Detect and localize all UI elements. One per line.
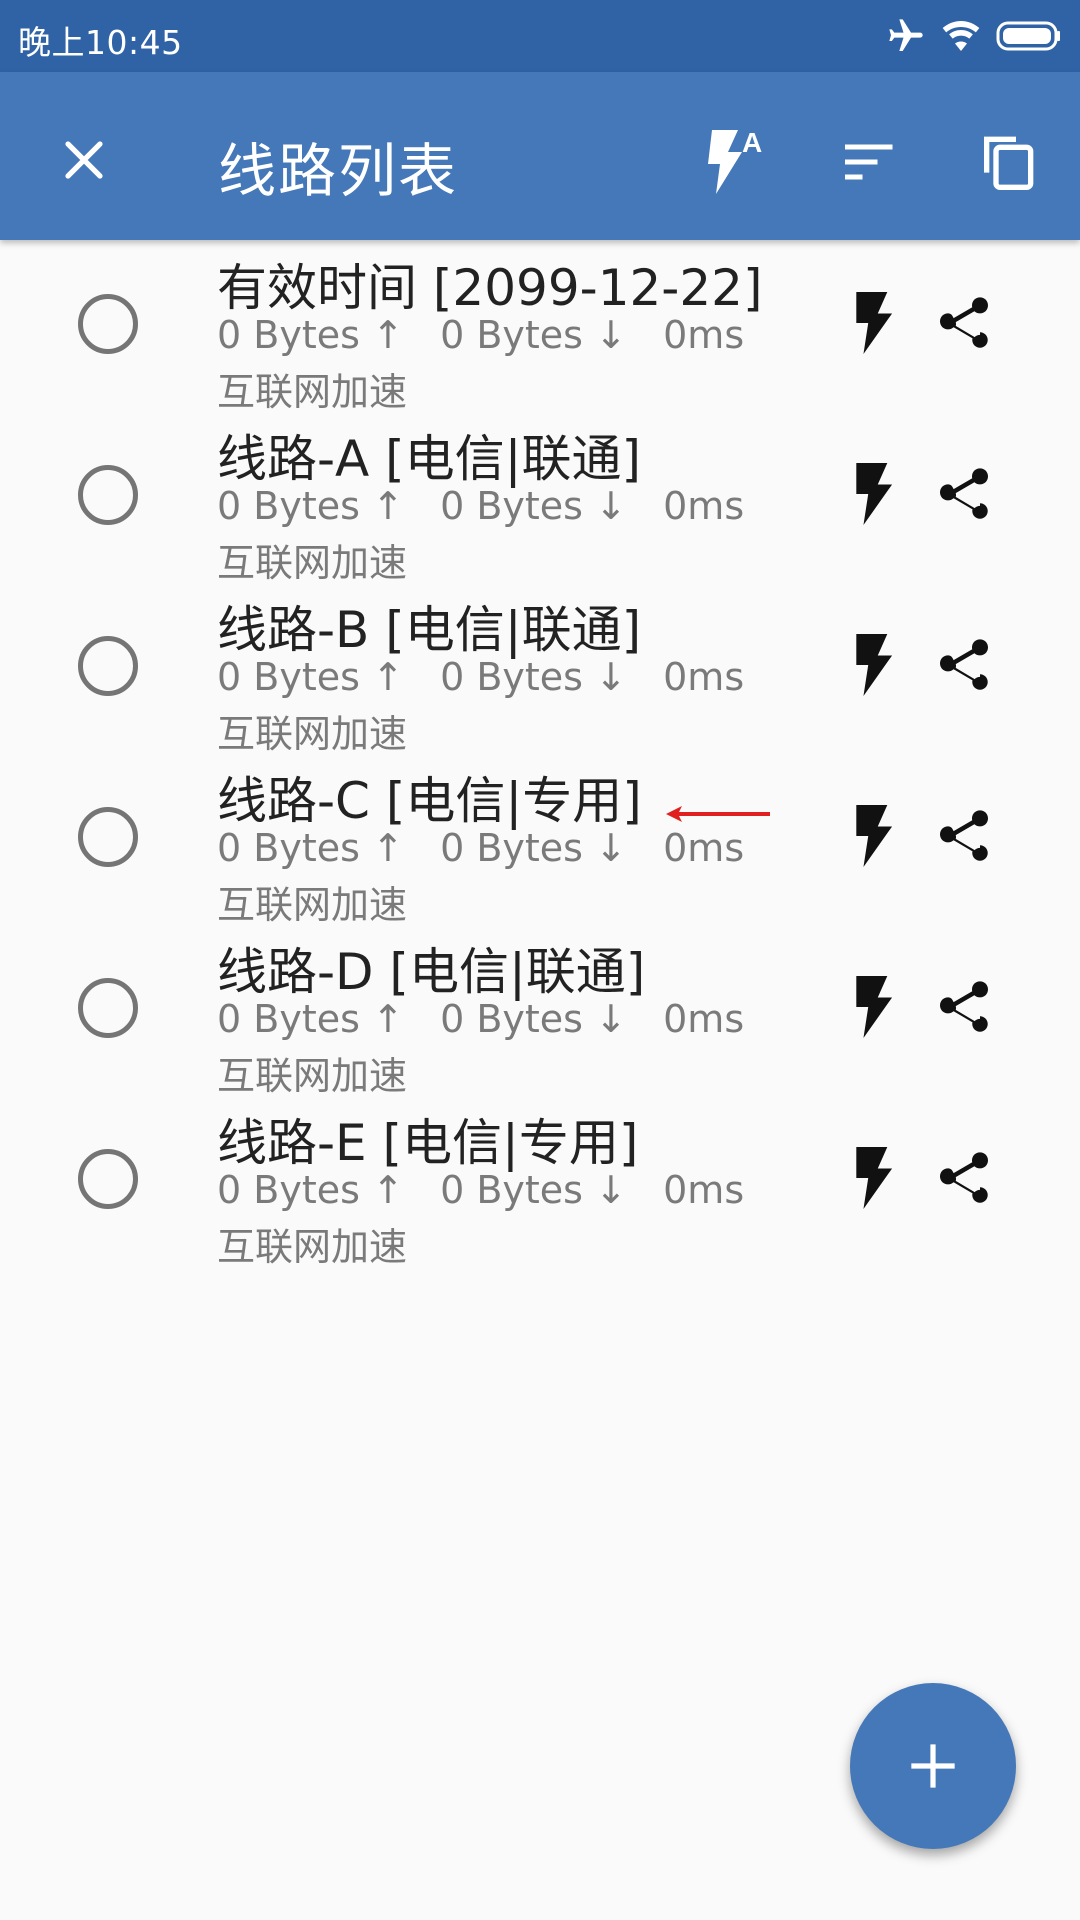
route-description: 互联网加速: [217, 1054, 408, 1098]
route-description: 互联网加速: [217, 370, 408, 414]
route-name: 线路-A [电信|联通]: [217, 430, 641, 488]
route-stats: 0 Bytes ↑ 0 Bytes ↓ 0ms: [217, 1168, 744, 1212]
route-stats: 0 Bytes ↑ 0 Bytes ↓ 0ms: [217, 826, 744, 870]
close-icon: [65, 141, 103, 179]
route-list: 有效时间 [2099-12-22] 0 Bytes ↑ 0 Bytes ↓ 0m…: [0, 240, 1080, 1269]
close-button[interactable]: [40, 116, 128, 204]
sort-icon: [845, 144, 893, 180]
latency-stat: 0ms: [663, 313, 745, 357]
upload-stat: 0 Bytes ↑: [217, 655, 404, 699]
route-stats: 0 Bytes ↑ 0 Bytes ↓ 0ms: [217, 997, 744, 1041]
latency-stat: 0ms: [663, 655, 745, 699]
lightning-icon[interactable]: [848, 463, 898, 525]
status-icons: [886, 14, 1062, 58]
lightning-icon[interactable]: [848, 976, 898, 1038]
auto-boost-icon: A: [708, 127, 762, 194]
download-stat: 0 Bytes ↓: [440, 1168, 627, 1212]
route-item[interactable]: 线路-A [电信|联通] 0 Bytes ↑ 0 Bytes ↓ 0ms 互联网…: [0, 411, 1080, 585]
route-radio[interactable]: [78, 465, 138, 525]
route-radio[interactable]: [78, 294, 138, 354]
download-stat: 0 Bytes ↓: [440, 313, 627, 357]
route-name: 线路-D [电信|联通]: [217, 943, 646, 1001]
latency-stat: 0ms: [663, 484, 745, 528]
add-route-button[interactable]: [850, 1683, 1016, 1849]
latency-stat: 0ms: [663, 1168, 745, 1212]
upload-stat: 0 Bytes ↑: [217, 997, 404, 1041]
route-item[interactable]: 有效时间 [2099-12-22] 0 Bytes ↑ 0 Bytes ↓ 0m…: [0, 240, 1080, 414]
route-stats: 0 Bytes ↑ 0 Bytes ↓ 0ms: [217, 484, 744, 528]
app-bar: 线路列表 A: [0, 72, 1080, 240]
upload-stat: 0 Bytes ↑: [217, 826, 404, 870]
route-name: 线路-C [电信|专用]: [217, 772, 642, 830]
share-icon[interactable]: [932, 1147, 996, 1211]
route-name: 线路-E [电信|专用]: [217, 1114, 639, 1172]
copy-icon: [984, 136, 1034, 190]
upload-stat: 0 Bytes ↑: [217, 484, 404, 528]
route-description: 互联网加速: [217, 541, 408, 585]
copy-button[interactable]: [958, 112, 1058, 212]
latency-stat: 0ms: [663, 997, 745, 1041]
route-name: 有效时间 [2099-12-22]: [217, 259, 763, 317]
share-icon[interactable]: [932, 292, 996, 356]
plus-icon: [911, 1744, 955, 1788]
route-stats: 0 Bytes ↑ 0 Bytes ↓ 0ms: [217, 655, 744, 699]
route-item[interactable]: 线路-C [电信|专用] 0 Bytes ↑ 0 Bytes ↓ 0ms 互联网…: [0, 753, 1080, 927]
download-stat: 0 Bytes ↓: [440, 826, 627, 870]
sort-button[interactable]: [820, 112, 920, 212]
lightning-icon[interactable]: [848, 292, 898, 354]
route-description: 互联网加速: [217, 712, 408, 756]
lightning-icon[interactable]: [848, 634, 898, 696]
route-radio[interactable]: [78, 978, 138, 1038]
route-name: 线路-B [电信|联通]: [217, 601, 642, 659]
share-icon[interactable]: [932, 463, 996, 527]
upload-stat: 0 Bytes ↑: [217, 1168, 404, 1212]
route-radio[interactable]: [78, 1149, 138, 1209]
annotation-arrow-icon: [666, 806, 770, 822]
route-item[interactable]: 线路-D [电信|联通] 0 Bytes ↑ 0 Bytes ↓ 0ms 互联网…: [0, 924, 1080, 1098]
airplane-icon: [889, 19, 923, 51]
share-icon[interactable]: [932, 634, 996, 698]
route-item[interactable]: 线路-B [电信|联通] 0 Bytes ↑ 0 Bytes ↓ 0ms 互联网…: [0, 582, 1080, 756]
latency-stat: 0ms: [663, 826, 745, 870]
download-stat: 0 Bytes ↓: [440, 484, 627, 528]
page-title: 线路列表: [218, 137, 459, 205]
battery-icon: [996, 21, 1060, 51]
status-time: 晚上10:45: [18, 23, 183, 62]
lightning-icon[interactable]: [848, 1147, 898, 1209]
share-icon[interactable]: [932, 805, 996, 869]
route-description: 互联网加速: [217, 1225, 408, 1269]
route-stats: 0 Bytes ↑ 0 Bytes ↓ 0ms: [217, 313, 744, 357]
route-description: 互联网加速: [217, 883, 408, 927]
download-stat: 0 Bytes ↓: [440, 655, 627, 699]
wifi-icon: [942, 21, 980, 51]
share-icon[interactable]: [932, 976, 996, 1040]
route-radio[interactable]: [78, 636, 138, 696]
status-bar: 晚上10:45: [0, 0, 1080, 72]
download-stat: 0 Bytes ↓: [440, 997, 627, 1041]
auto-boost-button[interactable]: A: [680, 112, 780, 212]
route-radio[interactable]: [78, 807, 138, 867]
route-item[interactable]: 线路-E [电信|专用] 0 Bytes ↑ 0 Bytes ↓ 0ms 互联网…: [0, 1095, 1080, 1269]
lightning-icon[interactable]: [848, 805, 898, 867]
upload-stat: 0 Bytes ↑: [217, 313, 404, 357]
auto-letter: A: [742, 127, 762, 158]
